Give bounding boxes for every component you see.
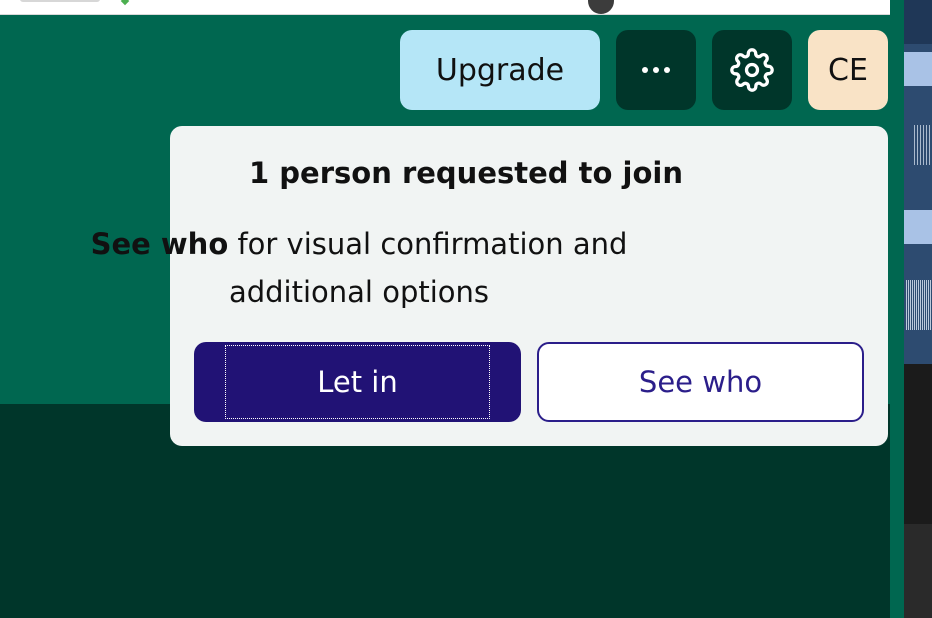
see-who-button[interactable]: See who: [537, 342, 864, 422]
browser-tab-fragment: [20, 0, 100, 2]
settings-button[interactable]: [712, 30, 792, 110]
browser-button-fragment: [588, 0, 614, 14]
waveform-fragment: [906, 280, 932, 330]
more-options-button[interactable]: [616, 30, 696, 110]
avatar-button[interactable]: CE: [808, 30, 888, 110]
focus-ring: [225, 345, 490, 419]
more-horizontal-icon: [642, 67, 670, 73]
upgrade-button[interactable]: Upgrade: [400, 30, 600, 110]
join-request-title: 1 person requested to join: [249, 156, 683, 190]
adjacent-window-edge: [904, 0, 932, 618]
join-request-message-rest: for visual confirmation and additional o…: [228, 227, 628, 309]
browser-toolbar-edge: [0, 0, 904, 15]
see-who-label: See who: [638, 365, 763, 399]
gear-icon: [730, 48, 774, 92]
join-request-message: See who for visual confirmation and addi…: [60, 220, 658, 316]
browser-icon-fragment: [120, 0, 130, 6]
app-right-edge: [890, 0, 904, 618]
upgrade-button-label: Upgrade: [435, 52, 565, 88]
see-who-emphasis: See who: [90, 227, 229, 261]
avatar-initials: CE: [828, 52, 868, 88]
let-in-button[interactable]: Let in: [194, 342, 521, 422]
